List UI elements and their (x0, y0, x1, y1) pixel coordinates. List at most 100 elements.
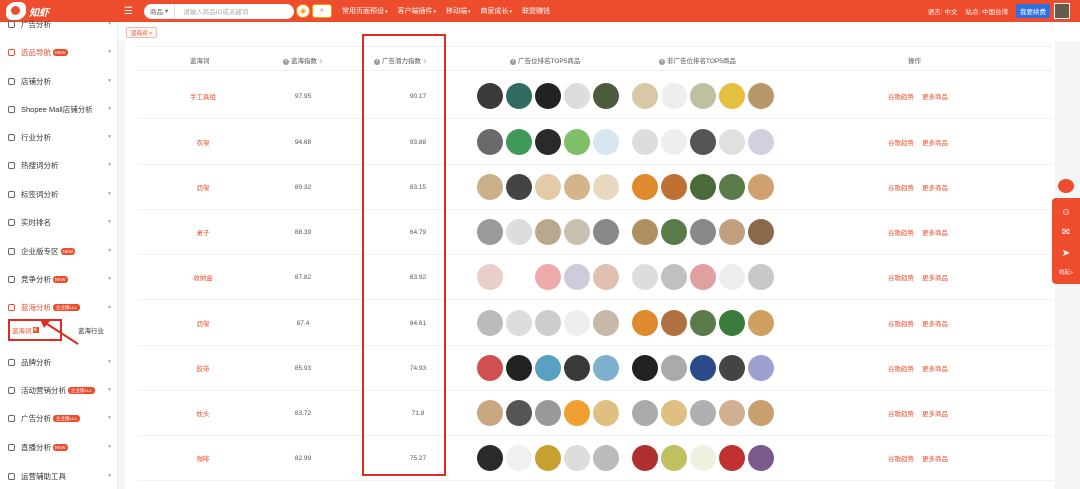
product-thumbnail[interactable] (748, 83, 774, 109)
tab-blue-ocean-words[interactable]: 蓝海词 × (126, 27, 158, 38)
product-thumbnail[interactable] (719, 400, 745, 426)
product-thumbnail[interactable] (535, 355, 561, 381)
product-thumbnail[interactable] (632, 129, 658, 155)
keyword-link[interactable]: 收纳盒 (148, 254, 258, 300)
search-input[interactable]: 请输入商品ID或关键词 (175, 6, 294, 16)
more-products-link[interactable]: 更多商品 (922, 408, 948, 418)
keyword-link[interactable]: 沥架 (148, 300, 258, 346)
more-products-link[interactable]: 更多商品 (922, 318, 948, 328)
product-thumbnail[interactable] (690, 355, 716, 381)
google-trends-link[interactable]: 谷歌趋势 (888, 318, 914, 328)
product-thumbnail[interactable] (593, 400, 619, 426)
product-thumbnail[interactable] (535, 310, 561, 336)
menu-toggle-icon[interactable]: ☰ (124, 6, 134, 17)
google-trends-link[interactable]: 谷歌趋势 (888, 137, 914, 147)
keyword-link[interactable]: 桌子 (148, 209, 258, 255)
product-thumbnail[interactable] (690, 445, 716, 471)
product-thumbnail[interactable] (748, 445, 774, 471)
keyword-link[interactable]: 衣架 (148, 119, 258, 165)
product-thumbnail[interactable] (564, 83, 590, 109)
product-thumbnail[interactable] (506, 445, 532, 471)
robot-icon[interactable] (1054, 176, 1078, 196)
product-thumbnail[interactable] (477, 355, 503, 381)
product-thumbnail[interactable] (690, 264, 716, 290)
more-products-link[interactable]: 更多商品 (922, 363, 948, 373)
product-thumbnail[interactable] (748, 219, 774, 245)
product-thumbnail[interactable] (632, 264, 658, 290)
product-thumbnail[interactable] (535, 174, 561, 200)
sidebar-item[interactable]: 实时排名 ▾ (0, 214, 118, 230)
sidebar-item[interactable]: Shopee Mall店铺分析 ▾ (0, 101, 118, 117)
product-thumbnail[interactable] (632, 174, 658, 200)
product-thumbnail[interactable] (593, 83, 619, 109)
nav-item-plugin[interactable]: 客户端插件▾ (398, 6, 437, 16)
product-thumbnail[interactable] (719, 445, 745, 471)
product-thumbnail[interactable] (661, 355, 687, 381)
nav-item-mobile[interactable]: 移动端▾ (446, 6, 471, 16)
product-thumbnail[interactable] (477, 219, 503, 245)
product-thumbnail[interactable] (719, 83, 745, 109)
product-thumbnail[interactable] (477, 83, 503, 109)
product-thumbnail[interactable] (564, 310, 590, 336)
product-thumbnail[interactable] (719, 310, 745, 336)
product-thumbnail[interactable] (748, 264, 774, 290)
sidebar-item[interactable]: 标签词分析 ▾ (0, 186, 118, 202)
product-thumbnail[interactable] (506, 219, 532, 245)
support-icon[interactable]: ☺ (1059, 206, 1073, 218)
product-thumbnail[interactable] (632, 219, 658, 245)
nav-item-growth[interactable]: 商家成长▾ (481, 6, 513, 16)
product-thumbnail[interactable] (477, 400, 503, 426)
product-thumbnail[interactable] (593, 445, 619, 471)
product-thumbnail[interactable] (661, 445, 687, 471)
product-thumbnail[interactable] (632, 355, 658, 381)
keyword-link[interactable]: 手工具组 (148, 73, 258, 119)
google-trends-link[interactable]: 谷歌趋势 (888, 227, 914, 237)
more-products-link[interactable]: 更多商品 (922, 227, 948, 237)
product-thumbnail[interactable] (661, 264, 687, 290)
product-thumbnail[interactable] (719, 264, 745, 290)
product-thumbnail[interactable] (506, 174, 532, 200)
product-thumbnail[interactable] (506, 264, 532, 290)
upgrade-button[interactable]: 我要续费 (1016, 4, 1050, 18)
keyword-link[interactable]: 枕头 (148, 390, 258, 436)
product-thumbnail[interactable] (593, 129, 619, 155)
sidebar-item[interactable]: 蓝海分析 企业版LLL ▴ (0, 299, 118, 315)
col-header-blue-index[interactable]: ? 蓝海指数 ⇅ (283, 55, 323, 65)
product-thumbnail[interactable] (564, 219, 590, 245)
site-select[interactable]: 站点: 中国台湾 (965, 6, 1008, 16)
avatar[interactable] (1054, 3, 1070, 19)
product-thumbnail[interactable] (564, 400, 590, 426)
subnav-blue-ocean-industry[interactable]: 蓝海行业 (78, 325, 104, 335)
sidebar-item[interactable]: 店铺分析 ▾ (0, 73, 118, 89)
product-thumbnail[interactable] (535, 83, 561, 109)
product-thumbnail[interactable] (506, 310, 532, 336)
more-products-link[interactable]: 更多商品 (922, 272, 948, 282)
product-thumbnail[interactable] (661, 219, 687, 245)
product-thumbnail[interactable] (661, 174, 687, 200)
product-thumbnail[interactable] (564, 174, 590, 200)
product-thumbnail[interactable] (748, 355, 774, 381)
product-thumbnail[interactable] (477, 264, 503, 290)
telegram-icon[interactable]: ➤ (1059, 247, 1073, 259)
product-thumbnail[interactable] (632, 400, 658, 426)
product-thumbnail[interactable] (593, 219, 619, 245)
keyword-link[interactable]: 沥架 (148, 164, 258, 210)
sidebar-item[interactable]: 活动营销分析 企业版LLL ▾ (0, 382, 118, 398)
product-thumbnail[interactable] (593, 174, 619, 200)
sidebar-item[interactable]: 直播分析 NEW ▾ (0, 439, 118, 455)
sidebar-item[interactable]: 广告分析 企业版LLL ▾ (0, 410, 118, 426)
product-thumbnail[interactable] (506, 129, 532, 155)
product-thumbnail[interactable] (661, 83, 687, 109)
google-trends-link[interactable]: 谷歌趋势 (888, 182, 914, 192)
product-thumbnail[interactable] (632, 83, 658, 109)
product-thumbnail[interactable] (477, 310, 503, 336)
product-thumbnail[interactable] (748, 129, 774, 155)
product-thumbnail[interactable] (535, 264, 561, 290)
keyword-link[interactable]: 咖啡 (148, 435, 258, 481)
product-thumbnail[interactable] (564, 445, 590, 471)
product-thumbnail[interactable] (477, 174, 503, 200)
sidebar-item[interactable]: 行业分析 ▾ (0, 129, 118, 145)
product-thumbnail[interactable] (748, 310, 774, 336)
product-thumbnail[interactable] (661, 400, 687, 426)
sidebar-item[interactable]: 热搜词分析 ▾ (0, 157, 118, 173)
